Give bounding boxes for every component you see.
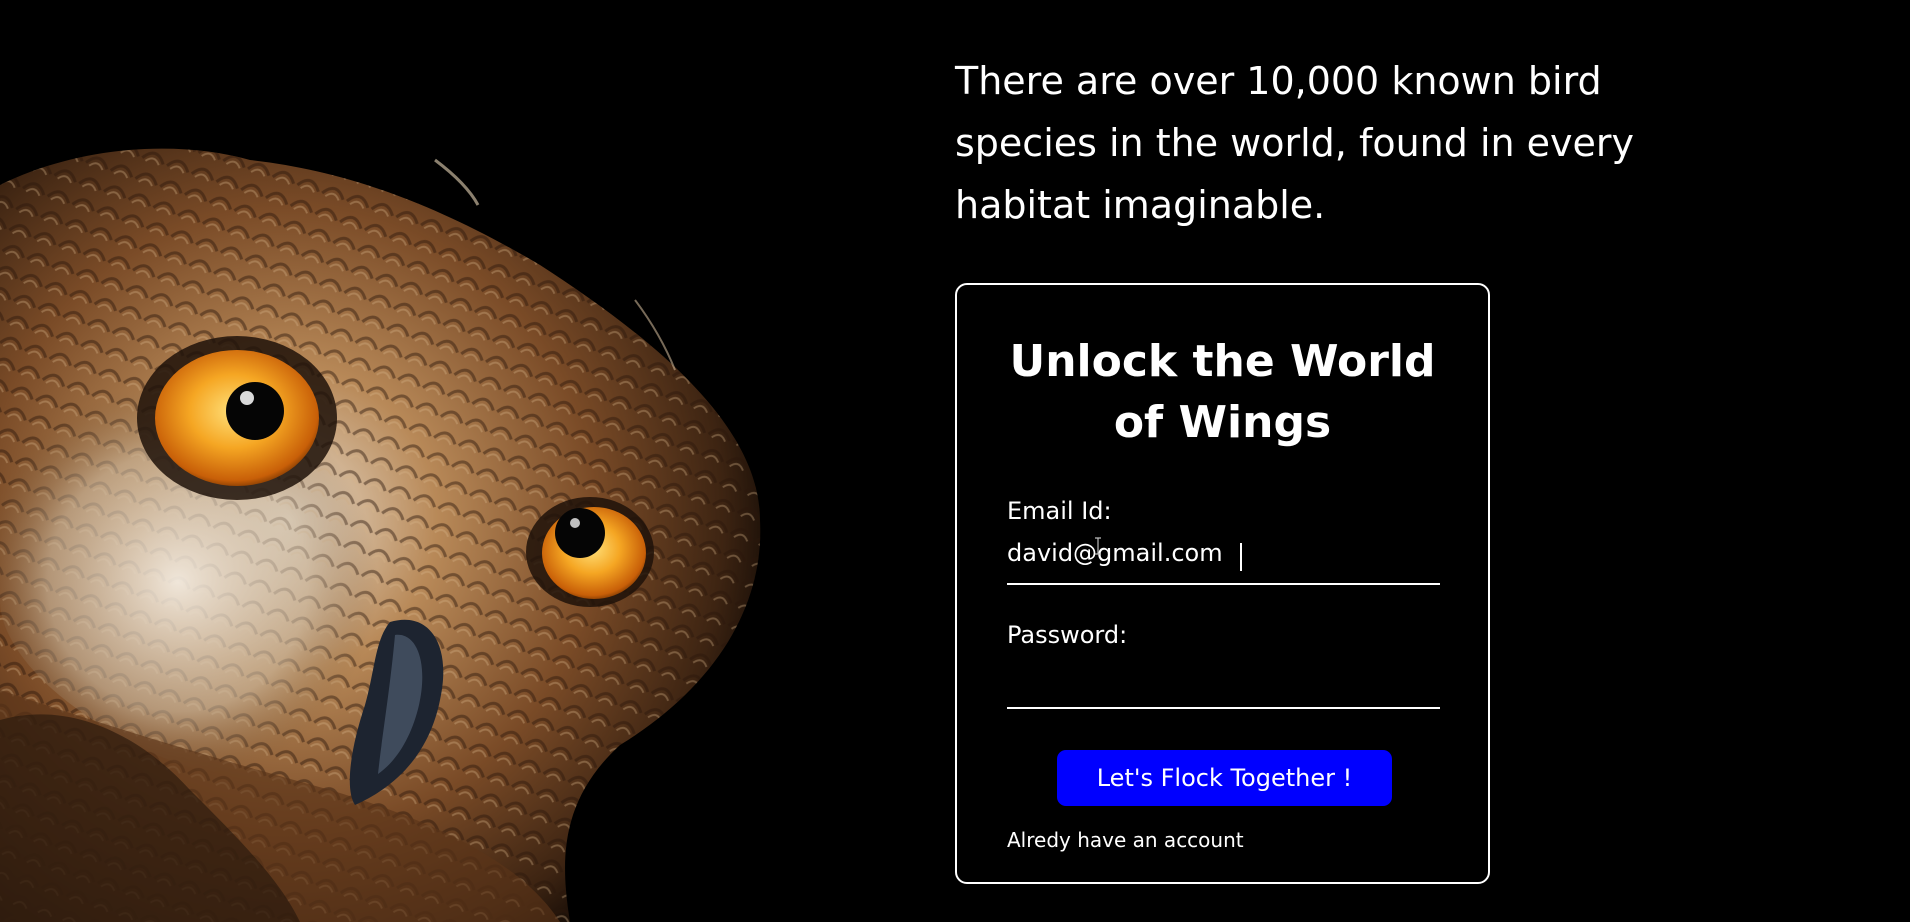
password-label: Password:: [1007, 621, 1128, 649]
ibeam-cursor-icon: [1095, 537, 1101, 555]
signup-page: There are over 10,000 known bird species…: [0, 0, 1910, 922]
text-cursor: [1240, 543, 1242, 571]
hero-tagline: There are over 10,000 known bird species…: [955, 59, 1635, 227]
password-field[interactable]: [1007, 659, 1440, 709]
card-title: Unlock the World of Wings: [1009, 336, 1436, 448]
submit-button[interactable]: Let's Flock Together !: [1057, 750, 1392, 806]
existing-account-link[interactable]: Alredy have an account: [1007, 827, 1244, 853]
signup-card: Unlock the World of Wings Email Id: Pass…: [955, 283, 1490, 884]
owl-image: [0, 0, 780, 922]
email-label: Email Id:: [1007, 497, 1112, 525]
email-field[interactable]: [1007, 535, 1440, 585]
